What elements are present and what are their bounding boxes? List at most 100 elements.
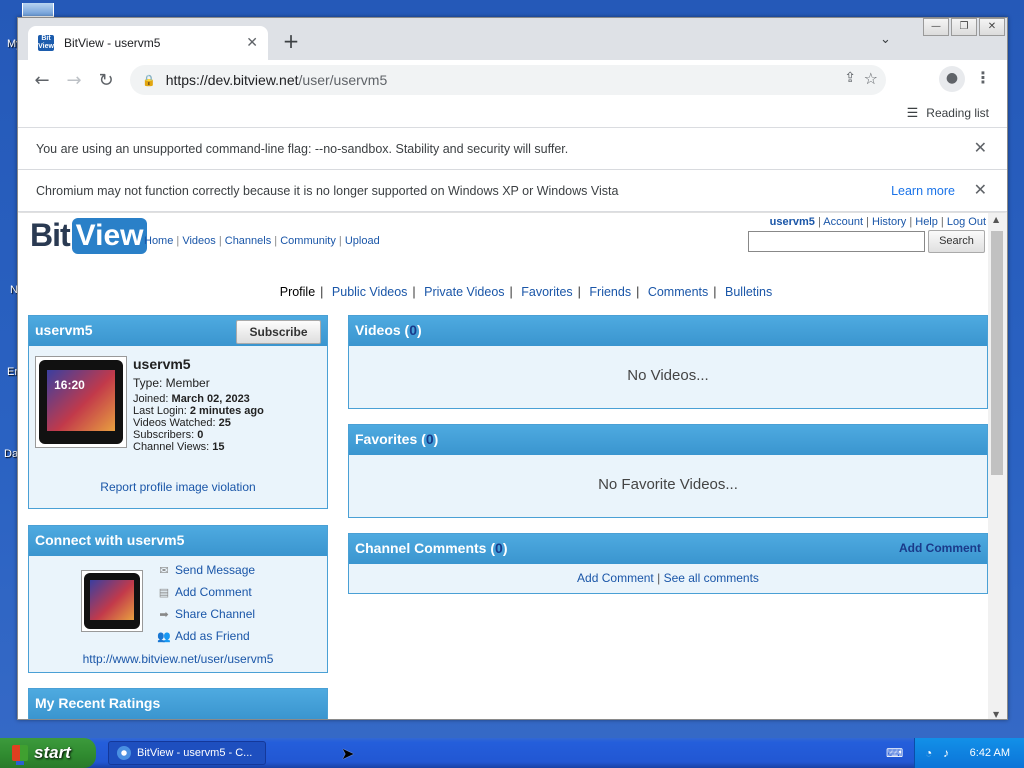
profile-avatar-icon[interactable]: ● [939,66,965,92]
start-label: start [34,743,71,762]
videos-box: Videos (0) No Videos... [348,315,988,409]
tab-search-chevron-icon[interactable]: ⌄ [880,32,891,47]
start-button[interactable]: start [0,738,96,768]
infobar-message: Chromium may not function correctly beca… [36,184,619,198]
taskbar-browser-button[interactable]: BitView - uservm5 - C... [108,741,266,765]
browser-toolbar: ← → ↻ 🔒 https://dev.bitview.net/user/use… [18,60,1007,100]
subscribe-button[interactable]: Subscribe [236,320,321,344]
close-tab-icon[interactable]: ✕ [246,35,258,51]
search-input[interactable] [748,231,925,252]
avatar: 16:20 [35,356,127,448]
envelope-icon: ✉ [159,565,169,577]
add-comment-link[interactable]: ▤ Add Comment [155,582,255,604]
lock-icon[interactable]: 🔒 [142,74,156,87]
forward-arrow-icon[interactable]: → [58,70,90,91]
nav-history[interactable]: History [872,216,906,228]
nav-username[interactable]: uservm5 [770,216,815,228]
bookmark-star-icon[interactable]: ☆ [864,69,878,88]
add-friend-link[interactable]: 👥 Add as Friend [155,626,255,648]
tab-title: BitView - uservm5 [64,36,161,50]
tab-comments[interactable]: Comments [648,285,708,299]
bitview-logo[interactable]: Bit View [30,217,148,254]
scroll-down-icon[interactable]: ▼ [993,710,999,719]
favorites-count[interactable]: 0 [426,431,434,447]
nav-account[interactable]: Account [823,216,863,228]
minimize-icon[interactable]: — [923,18,949,36]
channel-comments-box: Channel Comments (0) Add Comment Add Com… [348,533,988,594]
close-icon[interactable]: ✕ [974,170,987,212]
taskbar-task-label: BitView - uservm5 - C... [137,747,253,759]
tab-public-videos[interactable]: Public Videos [332,285,408,299]
network-icon[interactable]: ◔ [925,738,932,768]
tab-profile[interactable]: Profile [280,285,315,299]
volume-icon[interactable]: ♪ [943,738,949,768]
keyboard-icon[interactable]: ⌨ [886,738,903,768]
reading-list-icon: ☰ [906,105,919,120]
tab-bulletins[interactable]: Bulletins [725,285,772,299]
mouse-cursor-icon: ➤ [341,744,355,763]
clock[interactable]: 6:42 AM [970,738,1010,768]
page-scrollbar[interactable]: ▲ ▼ [988,213,1007,719]
add-friend-icon: 👥 [157,631,171,643]
profile-channel-views: Channel Views: 15 [133,441,225,453]
reading-list-button[interactable]: ☰ Reading list [907,105,989,121]
nav-upload[interactable]: Upload [345,235,380,247]
share-icon[interactable]: ⇪ [844,70,856,86]
videos-count[interactable]: 0 [409,322,417,338]
profile-subnav: Profile | Public Videos | Private Videos | … [279,285,773,299]
nav-help[interactable]: Help [915,216,938,228]
search-button[interactable]: Search [928,230,985,253]
nav-channels[interactable]: Channels [225,235,271,247]
nav-logout[interactable]: Log Out [947,216,986,228]
favorites-box-header: Favorites (0) [349,425,987,455]
add-comment-header-link[interactable]: Add Comment [899,534,981,562]
channel-comments-header: Channel Comments (0) Add Comment [349,534,987,564]
profile-box: uservm5 Subscribe 16:20 uservm5 Type: Me… [28,315,328,509]
browser-tab[interactable]: Bit View BitView - uservm5 ✕ [28,26,268,60]
send-message-link[interactable]: ✉ Send Message [155,560,255,582]
channel-url-link[interactable]: http://www.bitview.net/user/uservm5 [29,652,327,666]
kebab-menu-icon[interactable]: ⋮ [975,68,991,87]
phone-avatar-image [84,573,140,629]
tab-favorites[interactable]: Favorites [521,285,572,299]
report-image-link[interactable]: Report profile image violation [29,480,327,494]
profile-info: uservm5 Type: Member Joined: March 02, 2… [133,356,264,453]
videos-box-header: Videos (0) [349,316,987,346]
url-text: https://dev.bitview.net/user/uservm5 [166,72,388,88]
nav-home[interactable]: Home [144,235,173,247]
avatar-time: 16:20 [54,378,85,393]
scrollbar-thumb[interactable] [991,231,1003,475]
see-all-comments-link[interactable]: See all comments [664,571,759,585]
tab-private-videos[interactable]: Private Videos [424,285,504,299]
profile-videos-watched: Videos Watched: 25 [133,417,231,429]
learn-more-link[interactable]: Learn more [891,170,955,212]
recent-ratings-box: My Recent Ratings [28,688,328,719]
desktop-icon[interactable] [22,3,54,17]
nav-videos[interactable]: Videos [182,235,215,247]
add-comment-link[interactable]: Add Comment [577,571,654,585]
unsupported-os-infobar: Chromium may not function correctly beca… [18,170,1007,212]
comments-count[interactable]: 0 [495,540,503,556]
infobar-message: You are using an unsupported command-lin… [36,142,569,156]
tab-strip: Bit View BitView - uservm5 ✕ + ⌄ — ❐ ✕ [18,18,1007,60]
nav-community[interactable]: Community [280,235,336,247]
taskbar: start BitView - uservm5 - C... ⌨ ◔ ♪ 6:4… [0,738,1024,768]
tab-friends[interactable]: Friends [589,285,631,299]
videos-empty-message: No Videos... [627,367,709,384]
close-window-icon[interactable]: ✕ [979,18,1005,36]
sandbox-warning-infobar: You are using an unsupported command-lin… [18,128,1007,170]
share-channel-link[interactable]: ➡ Share Channel [155,604,255,626]
back-arrow-icon[interactable]: ← [26,70,58,91]
url-path: /user/uservm5 [298,72,388,88]
profile-name: uservm5 [133,356,191,372]
restore-icon[interactable]: ❐ [951,18,977,36]
logo-view: View [71,217,148,254]
user-nav: uservm5 | Account | History | Help | Log… [769,216,986,228]
address-bar[interactable]: 🔒 https://dev.bitview.net/user/uservm5 ⇪… [130,65,886,95]
new-tab-plus-icon[interactable]: + [280,30,302,52]
close-icon[interactable]: ✕ [974,128,987,170]
scroll-up-icon[interactable]: ▲ [993,215,999,224]
reload-icon[interactable]: ↻ [90,70,122,91]
url-host: https://dev.bitview.net [165,72,299,88]
system-tray: ◔ ♪ 6:42 AM [914,738,1024,768]
